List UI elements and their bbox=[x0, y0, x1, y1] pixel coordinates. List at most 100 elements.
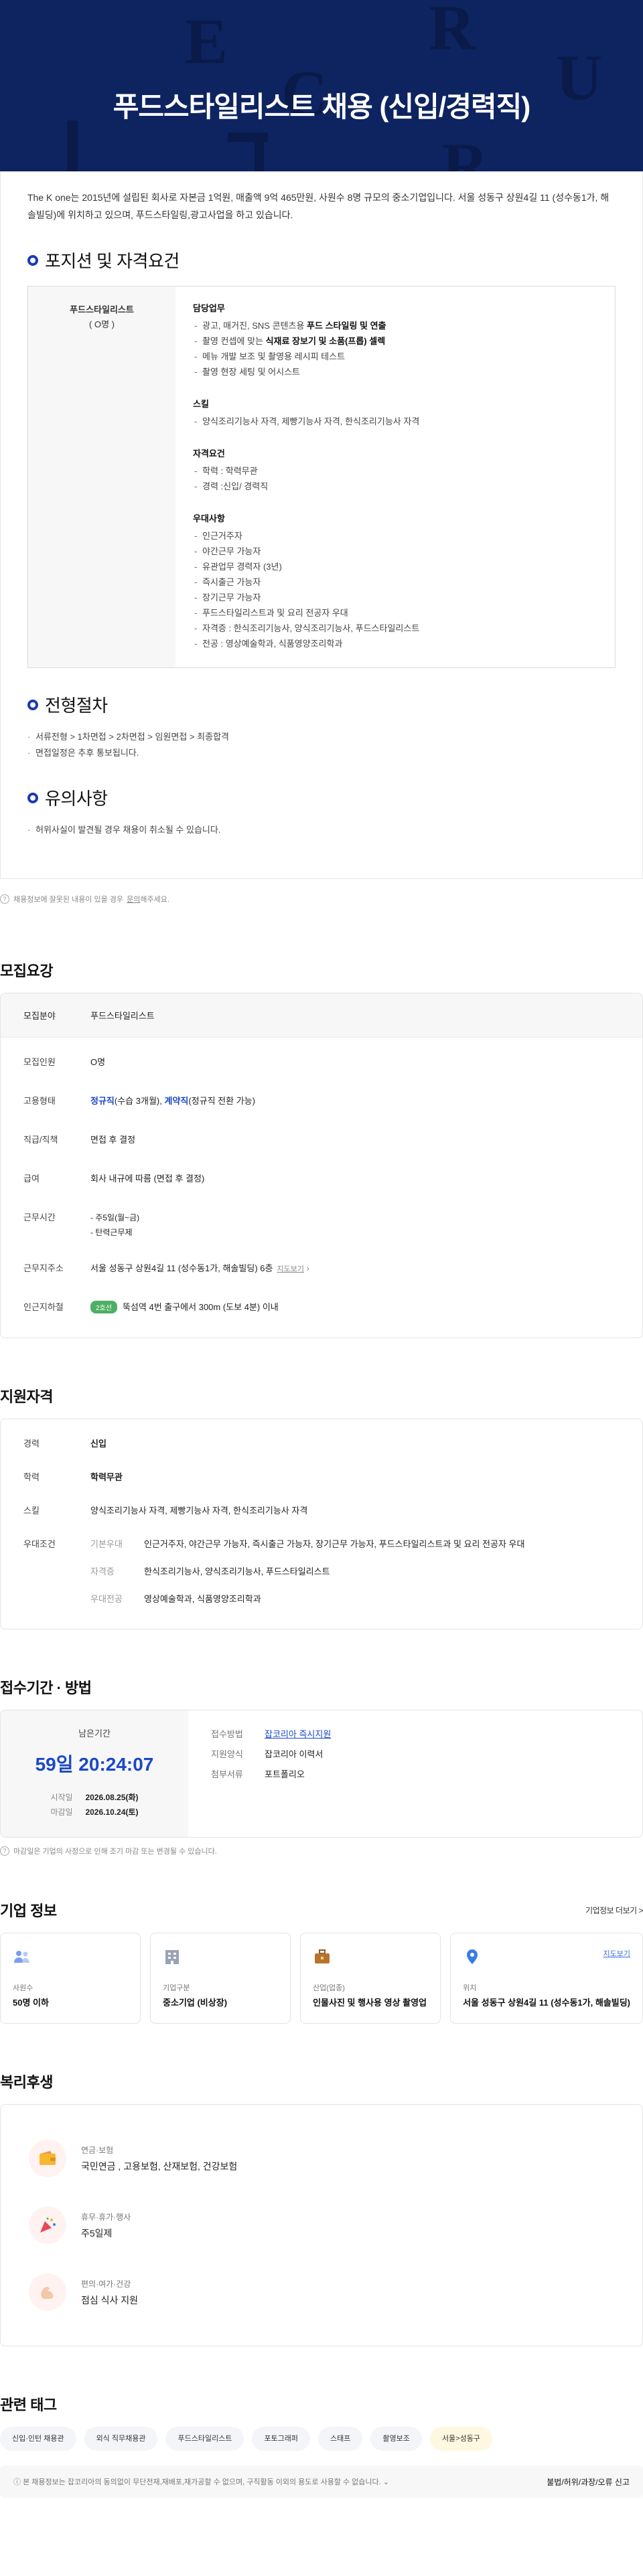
position-group: 담당업무광고, 매거진, SNS 콘텐츠용 푸드 스타일링 및 연출촬영 컨셉에… bbox=[193, 301, 597, 380]
pref-line: 기본우대 인근거주자, 야간근무 가능자, 즉시출근 가능자, 장기근무 가능자,… bbox=[90, 1539, 525, 1549]
period-title: 접수기간 · 방법 bbox=[0, 1680, 92, 1696]
list-item: 경력 :신입/ 경력직 bbox=[193, 479, 597, 494]
list-item: 촬영 컨셉에 맞는 식재료 장보기 및 소품(프롭) 셀렉 bbox=[193, 333, 597, 349]
circle-bullet-icon bbox=[27, 699, 38, 710]
date-range: 시작일 2026.08.25(화) 마감일 2026.10.24(토) bbox=[50, 1793, 139, 1817]
list-item: 전공 : 영상예술학과, 식품영양조리학과 bbox=[193, 636, 597, 651]
info-icon: ⓘ bbox=[13, 2478, 23, 2486]
map-link[interactable]: 지도보기 bbox=[277, 1265, 303, 1273]
qualification-card: 경력 신입 학력 학력무관 스킬 양식조리기능사 자격, 제빵기능사 자격, 한… bbox=[0, 1419, 643, 1629]
tag[interactable]: 푸드스타일리스트 bbox=[165, 2427, 244, 2451]
list-item: 허위사실이 발견될 경우 채용이 취소될 수 있습니다. bbox=[27, 822, 616, 838]
people-icon bbox=[14, 1951, 29, 1963]
building-icon bbox=[165, 1950, 180, 1964]
position-name-cell: 푸드스타일리스트 ( O명 ) bbox=[28, 287, 175, 667]
summary-card: 모집분야 푸드스타일리스트 모집인원 O명 고용형태 정규직(수습 3개월), … bbox=[0, 993, 643, 1338]
remaining-time-panel: 남은기간 59일 20:24:07 시작일 2026.08.25(화) 마감일 20… bbox=[1, 1710, 188, 1837]
period-card: 남은기간 59일 20:24:07 시작일 2026.08.25(화) 마감일 20… bbox=[0, 1710, 643, 1838]
position-group-title: 우대사항 bbox=[193, 513, 225, 524]
hero-decor-letter: E bbox=[185, 5, 228, 77]
welfare-card: 연금·보험 국민연금 , 고용보험, 산재보험, 건강보험 휴무·휴가·행사 주5일… bbox=[0, 2104, 643, 2346]
detail-content: The K one는 2015년에 설립된 회사로 자본금 1억원, 매출액 9… bbox=[0, 171, 643, 879]
summary-title: 모집요강 bbox=[0, 963, 53, 979]
position-group-title: 스킬 bbox=[193, 399, 209, 409]
summary-row-recruit: 모집인원 O명 bbox=[23, 1057, 106, 1067]
company-map-link[interactable]: 지도보기 bbox=[603, 1948, 630, 1959]
caution-list: 허위사실이 발견될 경우 채용이 취소될 수 있습니다. bbox=[27, 822, 616, 838]
summary-head-row: 모집분야 푸드스타일리스트 bbox=[1, 993, 642, 1038]
list-item: - 주5일(월~금) bbox=[90, 1213, 140, 1222]
tag-list: 신입·인턴 채용관 외식 직무채용관 푸드스타일리스트 포토그래퍼 스태프 촬영… bbox=[0, 2427, 643, 2451]
list-item: 광고, 매거진, SNS 콘텐츠용 푸드 스타일링 및 연출 bbox=[193, 318, 597, 333]
position-group-title: 자격요건 bbox=[193, 449, 225, 459]
position-count: ( O명 ) bbox=[89, 319, 115, 329]
summary-row-rank: 직급/직책 면접 후 결정 bbox=[23, 1135, 136, 1145]
inquiry-link[interactable]: 문의 bbox=[127, 894, 140, 904]
apply-method-panel: 접수방법 잡코리아 즉시지원 지원양식 잡코리아 이력서 첨부서류 포트폴리오 bbox=[188, 1710, 642, 1837]
pref-line: 우대전공 영상예술학과, 식품영양조리학과 bbox=[90, 1594, 261, 1604]
hero-decor-bar bbox=[255, 133, 264, 171]
list-item: 인근거주자 bbox=[193, 528, 597, 544]
list-item: 자격증 : 한식조리기능사, 양식조리기능사, 푸드스타일리스트 bbox=[193, 621, 597, 636]
hero-decor-letter: R bbox=[442, 130, 489, 172]
position-group-title: 담당업무 bbox=[193, 303, 225, 313]
list-item: 즉시출근 가능자 bbox=[193, 574, 597, 590]
tag[interactable]: 신입·인턴 채용관 bbox=[0, 2427, 76, 2451]
chevron-right-icon: › bbox=[306, 1263, 309, 1273]
tag[interactable]: 외식 직무채용관 bbox=[84, 2427, 158, 2451]
hero-decor-letter: R bbox=[429, 0, 476, 64]
list-item: 장기근무 가능자 bbox=[193, 590, 597, 605]
qual-row-prefs: 우대조건 기본우대 인근거주자, 야간근무 가능자, 즉시출근 가능자, 장기근무… bbox=[1, 1537, 642, 1619]
job-posting-page: E R C U R 푸드스타일리스트 채용 (신입/경력직) The K one… bbox=[0, 0, 643, 2576]
chevron-down-icon[interactable]: ⌄ bbox=[383, 2478, 389, 2486]
qual-row-skill: 스킬 양식조리기능사 자격, 제빵기능사 자격, 한식조리기능사 자격 bbox=[23, 1506, 308, 1516]
position-name: 푸드스타일리스트 bbox=[70, 305, 134, 315]
circle-bullet-icon bbox=[27, 792, 38, 803]
qual-row-career: 경력 신입 bbox=[23, 1439, 106, 1449]
muscle-icon bbox=[41, 2286, 54, 2299]
tags-title: 관련 태그 bbox=[0, 2397, 57, 2413]
pref-line: 자격증 한식조리기능사, 양식조리기능사, 푸드스타일리스트 bbox=[90, 1566, 330, 1577]
welfare-item: 연금·보험 국민연금 , 고용보험, 산재보험, 건강보험 bbox=[29, 2125, 614, 2192]
tag[interactable]: 스태프 bbox=[318, 2427, 363, 2451]
company-box: 사원수 50명 이하 bbox=[0, 1933, 141, 2024]
welfare-item: 편의·여가·건강 점심 식사 지원 bbox=[29, 2259, 614, 2326]
list-item: 서류전형 > 1차면접 > 2차면접 > 임원면접 > 최종합격 bbox=[27, 729, 616, 745]
tag[interactable]: 포토그래퍼 bbox=[252, 2427, 311, 2451]
list-item: 촬영 현장 세팅 및 어시스트 bbox=[193, 364, 597, 380]
question-icon: ? bbox=[0, 894, 9, 904]
page-title: 푸드스타일리스트 채용 (신입/경력직) bbox=[113, 91, 531, 123]
welfare-title: 복리후생 bbox=[0, 2074, 53, 2091]
apply-link[interactable]: 잡코리아 즉시지원 bbox=[265, 1726, 331, 1743]
copyright-bar: ⓘ 본 채용정보는 잡코리아의 동의없이 무단전재,재배포,재가공할 수 없으며… bbox=[0, 2466, 643, 2498]
qualification-title: 지원자격 bbox=[0, 1388, 53, 1405]
summary-body: 모집인원 O명 고용형태 정규직(수습 3개월), 계약직(정규직 전환 가능)… bbox=[1, 1038, 642, 1338]
tag[interactable]: 촬영보조 bbox=[370, 2427, 422, 2451]
deadline-notice: ? 마감일은 기업의 사정으로 인해 조기 마감 또는 변경될 수 있습니다. bbox=[0, 1846, 643, 1856]
company-more-link[interactable]: 기업정보 더보기 > bbox=[585, 1905, 643, 1916]
position-group: 자격요건학력 : 학력무관경력 :신입/ 경력직 bbox=[193, 447, 597, 494]
tag[interactable]: 서울>성동구 bbox=[429, 2427, 492, 2451]
list-item: 양식조리기능사 자격, 제빵기능사 자격, 한식조리기능사 자격 bbox=[193, 414, 597, 429]
company-intro: The K one는 2015년에 설립된 회사로 자본금 1억원, 매출액 9… bbox=[27, 192, 610, 220]
party-icon bbox=[40, 2217, 56, 2233]
position-group: 스킬양식조리기능사 자격, 제빵기능사 자격, 한식조리기능사 자격 bbox=[193, 397, 597, 429]
list-item: - 탄력근무제 bbox=[90, 1228, 133, 1237]
list-item: 유관업무 경력자 (3년) bbox=[193, 559, 597, 574]
section-caution-title: 유의사항 bbox=[27, 785, 616, 810]
pin-icon bbox=[467, 1949, 478, 1964]
section-positions-title: 포지션 및 자격요건 bbox=[27, 248, 616, 272]
hero-decor-bar bbox=[67, 120, 78, 171]
report-link[interactable]: 불법/허위/과장/오류 신고 bbox=[547, 2476, 630, 2488]
circle-bullet-icon bbox=[27, 254, 38, 266]
qual-row-edu: 학력 학력무관 bbox=[23, 1472, 123, 1482]
company-box: 지도보기 위치 서울 성동구 상원4길 11 (성수동1가, 해솔빌딩) bbox=[450, 1933, 643, 2024]
report-notice: ? 채용정보에 잘못된 내용이 있을 경우 문의 해주세요. bbox=[0, 894, 643, 904]
list-item: 메뉴 개발 보조 및 촬영용 레시피 테스트 bbox=[193, 349, 597, 364]
hero-banner: E R C U R 푸드스타일리스트 채용 (신입/경력직) bbox=[0, 0, 643, 171]
list-item: 면접일정은 추후 통보됩니다. bbox=[27, 745, 616, 761]
briefcase-icon bbox=[315, 1949, 330, 1963]
list-item: 푸드스타일리스트과 및 요리 전공자 우대 bbox=[193, 605, 597, 621]
subway-line-badge: 2호선 bbox=[90, 1301, 117, 1313]
company-box: 산업(업종) 인물사진 및 행사용 영상 촬영업 bbox=[300, 1933, 441, 2024]
